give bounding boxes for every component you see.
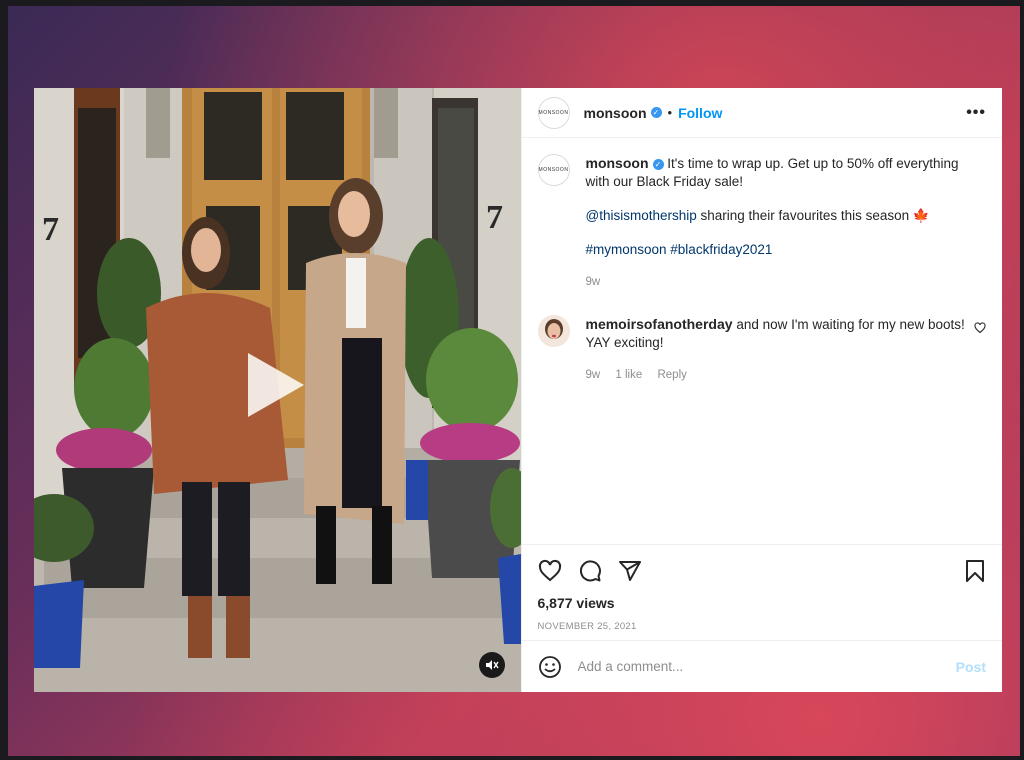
post-details-panel: MONSOON monsoon ✓ • Follow ••• MONSOON m… [520, 88, 1003, 692]
comment-meta: 9w 1 like Reply [586, 366, 967, 384]
post-actions: 6,877 views NOVEMBER 25, 2021 [521, 544, 1002, 640]
house-number-right: 7 [486, 199, 503, 236]
speaker-muted-icon [485, 660, 499, 670]
caption-avatar[interactable]: MONSOON [537, 154, 570, 186]
smiley-icon [538, 655, 561, 678]
action-bar [538, 551, 987, 591]
comment-item: memoirsofanotherday and now I'm waiting … [537, 315, 987, 384]
hashtags-link[interactable]: #mymonsoon #blackfriday2021 [586, 242, 773, 257]
caption-username[interactable]: monsoon [586, 155, 649, 171]
heart-outline-icon [974, 322, 986, 334]
emoji-button[interactable] [538, 655, 562, 679]
post-comment-button[interactable]: Post [956, 659, 986, 675]
comment-composer: Post [521, 640, 1002, 692]
more-options-icon[interactable]: ••• [966, 104, 986, 122]
verified-badge-icon: ✓ [650, 107, 662, 118]
separator-dot: • [667, 105, 673, 120]
follow-button[interactable]: Follow [678, 105, 722, 121]
comment-body: memoirsofanotherday and now I'm waiting … [586, 315, 967, 384]
header-username[interactable]: monsoon [584, 105, 647, 121]
post-video[interactable]: 7 7 [34, 88, 521, 692]
avatar[interactable]: MONSOON [537, 96, 570, 129]
comment-button[interactable] [578, 559, 602, 583]
caption: MONSOON monsoon ✓ It's time to wrap up. G… [537, 154, 987, 291]
comment-likes[interactable]: 1 like [615, 369, 642, 381]
caption-body: monsoon ✓ It's time to wrap up. Get up to… [586, 154, 987, 291]
comment-input[interactable] [575, 658, 956, 675]
caption-avatar-text: MONSOON [538, 167, 569, 173]
comment-username[interactable]: memoirsofanotherday [586, 316, 733, 332]
mention-text: sharing their favourites this season 🍁 [700, 208, 930, 223]
post-header: MONSOON monsoon ✓ • Follow ••• [521, 88, 1002, 138]
paper-plane-icon [618, 561, 641, 581]
commenter-avatar-image [537, 315, 570, 347]
heart-icon [538, 559, 561, 582]
caption-time[interactable]: 9w [586, 273, 987, 291]
speech-bubble-icon [579, 560, 601, 582]
commenter-avatar[interactable] [537, 315, 570, 347]
avatar-logo-text: MONSOON [538, 109, 569, 116]
reply-button[interactable]: Reply [657, 369, 686, 381]
view-count[interactable]: 6,877 views [538, 595, 987, 611]
house-number-left: 7 [42, 211, 59, 248]
comment-like-button[interactable] [974, 321, 986, 384]
save-button[interactable] [964, 559, 986, 583]
mention-link[interactable]: @thisismothership [586, 208, 697, 223]
verified-badge-icon: ✓ [652, 158, 664, 170]
post-date[interactable]: NOVEMBER 25, 2021 [538, 621, 987, 632]
comment-time[interactable]: 9w [586, 369, 601, 381]
post-modal: 7 7 MONSOON monsoon ✓ • Follow ••• MONSO… [34, 88, 1002, 692]
bookmark-icon [966, 560, 984, 582]
comments-section: MONSOON monsoon ✓ It's time to wrap up. G… [522, 138, 1003, 544]
play-button[interactable] [248, 353, 304, 417]
share-button[interactable] [618, 559, 642, 583]
like-button[interactable] [538, 559, 562, 583]
mute-toggle-button[interactable] [478, 652, 505, 678]
